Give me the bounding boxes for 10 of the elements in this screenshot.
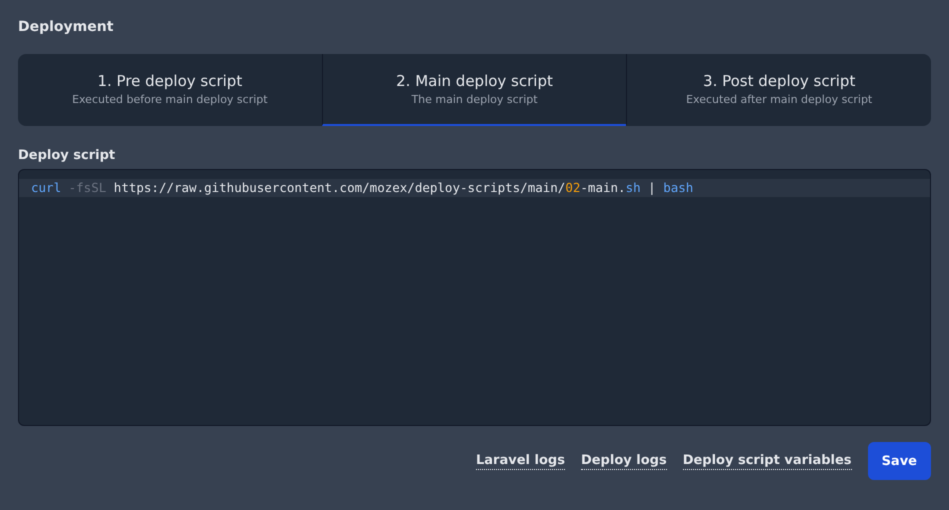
tab[interactable]: 3. Post deploy script Executed after main deploy script	[626, 54, 931, 126]
save-button[interactable]: Save	[868, 442, 931, 480]
tab[interactable]: 1. Pre deploy script Executed before main deploy script	[18, 54, 322, 126]
field-label: Deploy script	[18, 148, 116, 163]
link[interactable]: Deploy script variables	[682, 452, 852, 470]
tab[interactable]: 2. Main deploy script The main deploy script	[322, 54, 626, 126]
link[interactable]: Laravel logs	[476, 452, 565, 470]
code-editor[interactable]: curl -fsSL https://raw.githubusercontent.com/mozex/deploy-scripts/main/02-main.sh | bash	[18, 169, 931, 426]
section-title: Deployment	[18, 18, 114, 37]
link[interactable]: Deploy logs	[580, 452, 667, 470]
